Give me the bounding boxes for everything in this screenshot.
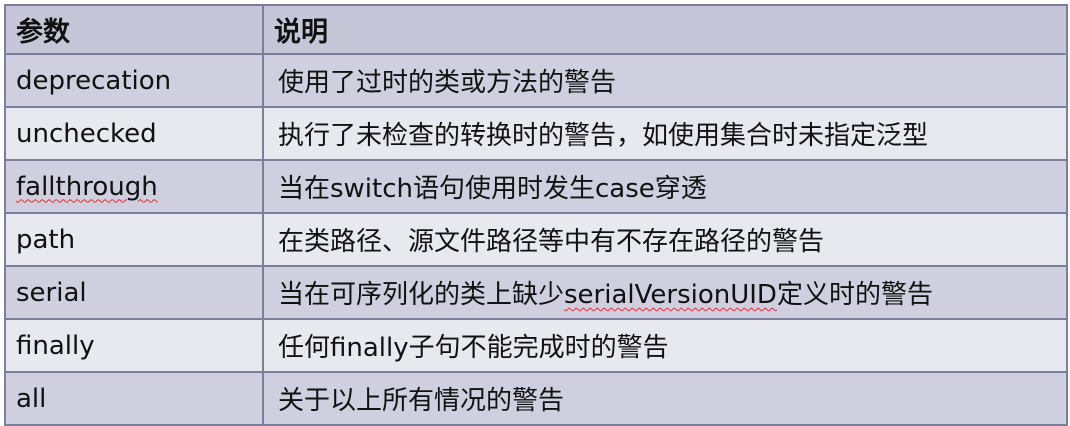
table-row: finally 任何finally子句不能完成时的警告 bbox=[4, 318, 1068, 373]
desc-text: 当在可序列化的类上缺少 bbox=[278, 280, 565, 310]
table-row: fallthrough 当在switch语句使用时发生case穿透 bbox=[4, 159, 1068, 214]
param-cell: path bbox=[4, 212, 264, 267]
param-cell: fallthrough bbox=[4, 159, 264, 214]
table-row: serial 当在可序列化的类上缺少serialVersionUID定义时的警告 bbox=[4, 265, 1068, 320]
desc-cell: 关于以上所有情况的警告 bbox=[262, 371, 1068, 426]
desc-cell: 在类路径、源文件路径等中有不存在路径的警告 bbox=[262, 212, 1068, 267]
param-cell: unchecked bbox=[4, 106, 264, 161]
param-cell: all bbox=[4, 371, 264, 426]
desc-cell: 执行了未检查的转换时的警告，如使用集合时未指定泛型 bbox=[262, 106, 1068, 161]
suppress-warnings-table: 参数 说明 deprecation 使用了过时的类或方法的警告 unchecke… bbox=[4, 4, 1068, 426]
column-header-param: 参数 bbox=[4, 4, 264, 55]
table-header-row: 参数 说明 bbox=[4, 4, 1068, 55]
spellcheck-marked-word: fallthrough bbox=[16, 171, 158, 202]
table-row: all 关于以上所有情况的警告 bbox=[4, 371, 1068, 426]
desc-cell: 使用了过时的类或方法的警告 bbox=[262, 53, 1068, 108]
param-cell: serial bbox=[4, 265, 264, 320]
warnings-table-container: 参数 说明 deprecation 使用了过时的类或方法的警告 unchecke… bbox=[4, 4, 1068, 426]
spellcheck-marked-word: serialVersionUID bbox=[564, 280, 777, 310]
table-row: path 在类路径、源文件路径等中有不存在路径的警告 bbox=[4, 212, 1068, 267]
param-cell: finally bbox=[4, 318, 264, 373]
desc-cell: 任何finally子句不能完成时的警告 bbox=[262, 318, 1068, 373]
table-row: unchecked 执行了未检查的转换时的警告，如使用集合时未指定泛型 bbox=[4, 106, 1068, 161]
desc-text: 定义时的警告 bbox=[776, 280, 933, 310]
table-row: deprecation 使用了过时的类或方法的警告 bbox=[4, 53, 1068, 108]
column-header-desc: 说明 bbox=[262, 4, 1068, 55]
desc-cell: 当在可序列化的类上缺少serialVersionUID定义时的警告 bbox=[262, 265, 1068, 320]
param-cell: deprecation bbox=[4, 53, 264, 108]
desc-cell: 当在switch语句使用时发生case穿透 bbox=[262, 159, 1068, 214]
